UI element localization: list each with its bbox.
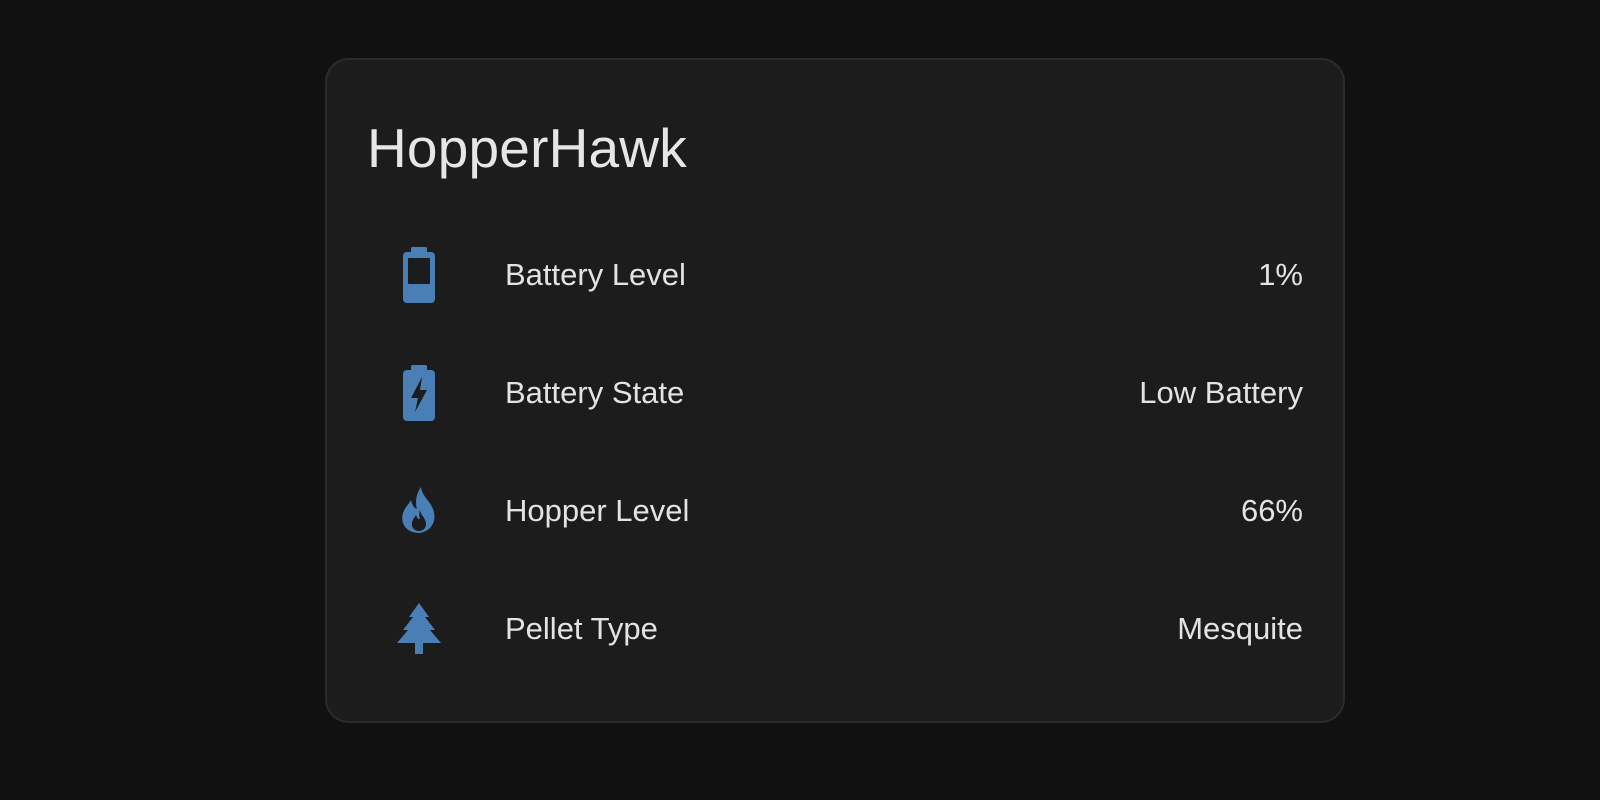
entity-value: 66% (1240, 493, 1303, 528)
entity-row-battery-level[interactable]: Battery Level 1% (327, 240, 1343, 310)
entity-row-hopper-level[interactable]: Hopper Level 66% (327, 476, 1343, 546)
entity-label: Battery Level (505, 257, 686, 292)
entity-value: Low Battery (1139, 375, 1303, 410)
entity-label: Pellet Type (505, 611, 658, 646)
card-title: HopperHawk (367, 117, 687, 179)
pine-tree-icon (389, 599, 449, 659)
battery-charging-icon (389, 363, 449, 423)
entity-label: Hopper Level (505, 493, 690, 528)
entity-value: Mesquite (1177, 611, 1303, 646)
fire-icon (389, 481, 449, 541)
entities-card: HopperHawk Battery Level 1% Battery Stat… (325, 58, 1345, 723)
entity-value: 1% (1258, 257, 1303, 292)
entity-row-battery-state[interactable]: Battery State Low Battery (327, 358, 1343, 428)
entity-row-pellet-type[interactable]: Pellet Type Mesquite (327, 594, 1343, 664)
entity-label: Battery State (505, 375, 685, 410)
battery-low-icon (389, 245, 449, 305)
